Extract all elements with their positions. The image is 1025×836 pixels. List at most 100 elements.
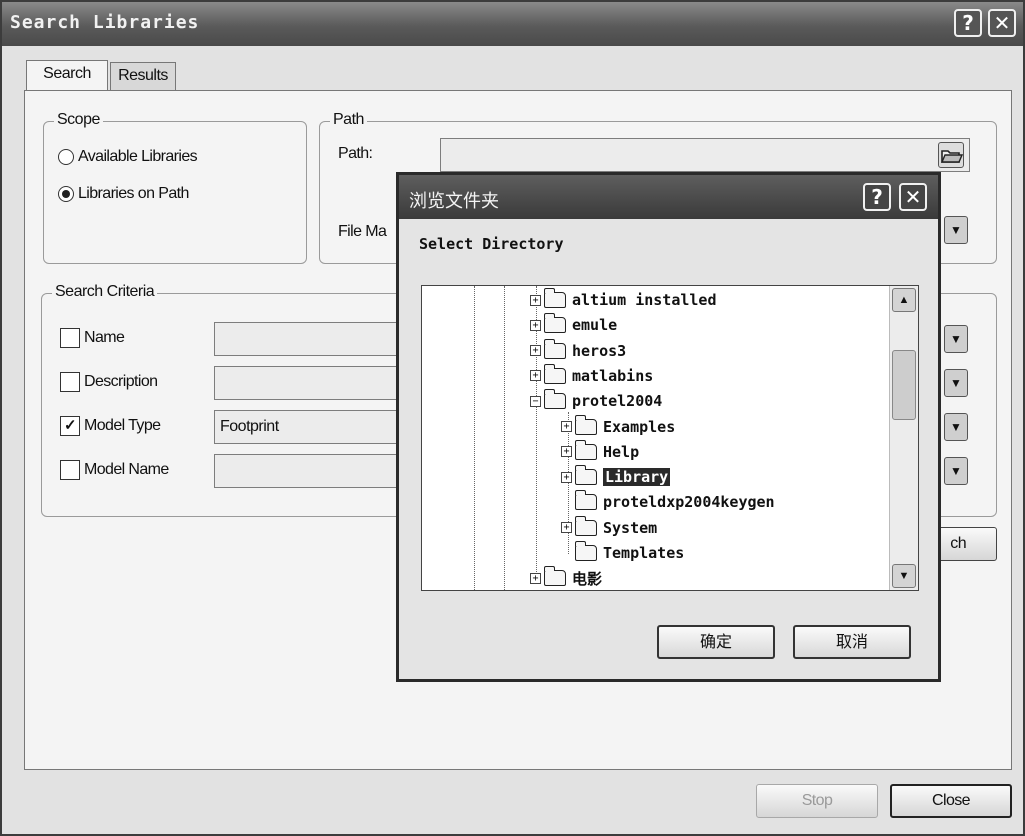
close-window-button[interactable]: ✕: [988, 9, 1016, 37]
window-title: Search Libraries: [10, 12, 200, 33]
browse-dialog-title: 浏览文件夹: [409, 191, 499, 212]
criteria-description-label: Description: [84, 373, 158, 390]
folder-icon: [575, 439, 597, 460]
cancel-button[interactable]: 取消: [793, 625, 911, 659]
help-button[interactable]: ?: [954, 9, 982, 37]
radio-libraries-on-path-indicator[interactable]: [58, 186, 74, 202]
expand-toggle-icon[interactable]: +: [561, 446, 572, 458]
tree-connector-icon: [561, 497, 572, 508]
folder-icon: [575, 515, 597, 536]
tree-node[interactable]: − protel2004: [530, 389, 662, 413]
folder-icon: [544, 313, 566, 334]
browse-dialog-help-button[interactable]: ?: [863, 183, 891, 211]
criteria-model-name-label: Model Name: [84, 461, 169, 478]
scroll-up-button[interactable]: ▲: [892, 288, 916, 312]
tree-node-label: Examples: [603, 417, 676, 436]
criteria-name-checkbox[interactable]: Name: [60, 328, 125, 348]
expand-toggle-icon[interactable]: +: [561, 421, 572, 432]
radio-libraries-on-path[interactable]: Libraries on Path: [58, 185, 189, 203]
tree-node-label: 电影: [572, 569, 603, 588]
browse-dialog-prompt: Select Directory: [419, 235, 564, 253]
file-mask-dropdown-button[interactable]: ▼: [944, 216, 968, 244]
expand-toggle-icon[interactable]: +: [530, 319, 541, 331]
expand-toggle-icon[interactable]: +: [530, 294, 541, 306]
expand-toggle-icon[interactable]: +: [561, 471, 572, 483]
tree-node-label: Templates: [603, 544, 685, 562]
folder-icon: [575, 414, 597, 435]
criteria-description-checkbox[interactable]: Description: [60, 372, 158, 392]
tree-node[interactable]: + Help: [561, 439, 640, 464]
radio-available-libraries[interactable]: Available Libraries: [58, 148, 198, 166]
tree-guide-line: [504, 286, 505, 590]
radio-available-libraries-label: Available Libraries: [78, 148, 198, 165]
folder-icon: [544, 338, 566, 359]
tree-node[interactable]: proteldxp2004keygen: [561, 490, 775, 514]
criteria-model-type-checkbox[interactable]: ✓ Model Type: [60, 416, 161, 436]
scroll-thumb[interactable]: [892, 350, 916, 420]
stop-button[interactable]: Stop: [756, 784, 878, 818]
description-dropdown-button[interactable]: ▼: [944, 369, 968, 397]
folder-icon: [575, 465, 597, 486]
criteria-model-name-checkbox[interactable]: Model Name: [60, 460, 169, 480]
folder-icon: [575, 490, 597, 511]
model-name-input[interactable]: [214, 454, 414, 488]
path-legend: Path: [330, 111, 367, 129]
folder-icon: [544, 363, 566, 384]
expand-toggle-icon[interactable]: −: [530, 395, 541, 407]
name-dropdown-button[interactable]: ▼: [944, 325, 968, 353]
tree-node[interactable]: + Examples: [561, 414, 676, 439]
tree-scrollbar[interactable]: ▲ ▼: [889, 286, 918, 590]
close-button[interactable]: Close: [890, 784, 1012, 818]
folder-tree[interactable]: + altium installed + emule + heros3 + matlabins…: [421, 285, 919, 591]
browse-folder-button[interactable]: [938, 142, 964, 168]
description-input[interactable]: [214, 366, 414, 400]
radio-available-libraries-indicator[interactable]: [58, 149, 74, 165]
checkbox-model-name[interactable]: [60, 460, 80, 480]
folder-open-icon: [940, 150, 964, 163]
tree-node-label: protel2004: [572, 392, 663, 411]
tree-node[interactable]: + 电影: [530, 566, 602, 590]
expand-toggle-icon[interactable]: +: [530, 572, 541, 584]
folder-icon: [575, 541, 597, 561]
tree-node[interactable]: + altium installed: [530, 288, 717, 312]
tab-search[interactable]: Search: [26, 60, 108, 90]
scope-group: Scope Available Libraries Libraries on P…: [43, 111, 307, 264]
ok-button[interactable]: 确定: [657, 625, 775, 659]
model-name-dropdown-button[interactable]: ▼: [944, 457, 968, 485]
tree-node-label: Help: [603, 442, 640, 461]
checkbox-description[interactable]: [60, 372, 80, 392]
expand-toggle-icon[interactable]: +: [530, 345, 541, 357]
browse-dialog-title-bar[interactable]: 浏览文件夹 ? ✕: [399, 175, 938, 219]
tree-node[interactable]: + heros3: [530, 338, 627, 363]
scope-legend: Scope: [54, 111, 103, 129]
expand-toggle-icon[interactable]: +: [530, 370, 541, 382]
search-criteria-legend: Search Criteria: [52, 283, 158, 301]
model-type-dropdown-button[interactable]: ▼: [944, 413, 968, 441]
checkbox-name[interactable]: [60, 328, 80, 348]
tree-guide-line: [474, 286, 475, 590]
browse-dialog-close-button[interactable]: ✕: [899, 183, 927, 211]
tree-node[interactable]: + System: [561, 515, 657, 540]
tree-node-label: emule: [572, 316, 618, 335]
path-input[interactable]: [440, 138, 970, 172]
folder-icon: [544, 566, 566, 587]
scroll-down-button[interactable]: ▼: [892, 564, 916, 588]
tree-node-label: matlabins: [572, 366, 654, 385]
file-mask-label: File Ma: [338, 223, 387, 240]
name-input[interactable]: [214, 322, 414, 356]
folder-icon: [544, 389, 566, 410]
tree-node-label: heros3: [572, 341, 627, 360]
tree-node[interactable]: Templates: [561, 541, 684, 565]
expand-toggle-icon[interactable]: +: [561, 522, 572, 534]
tree-node-label: proteldxp2004keygen: [603, 493, 775, 512]
title-bar[interactable]: Search Libraries ? ✕: [2, 2, 1023, 46]
checkbox-model-type[interactable]: ✓: [60, 416, 80, 436]
browse-folder-dialog: 浏览文件夹 ? ✕ Select Directory + altium insta…: [396, 172, 941, 682]
tree-node-label: Library: [603, 468, 671, 487]
model-type-select[interactable]: Footprint: [214, 410, 414, 444]
tree-node[interactable]: + Library: [561, 465, 671, 489]
tab-results[interactable]: Results: [110, 62, 176, 90]
tree-node[interactable]: + emule: [530, 313, 617, 337]
folder-icon: [544, 288, 566, 308]
tree-node[interactable]: + matlabins: [530, 363, 654, 388]
